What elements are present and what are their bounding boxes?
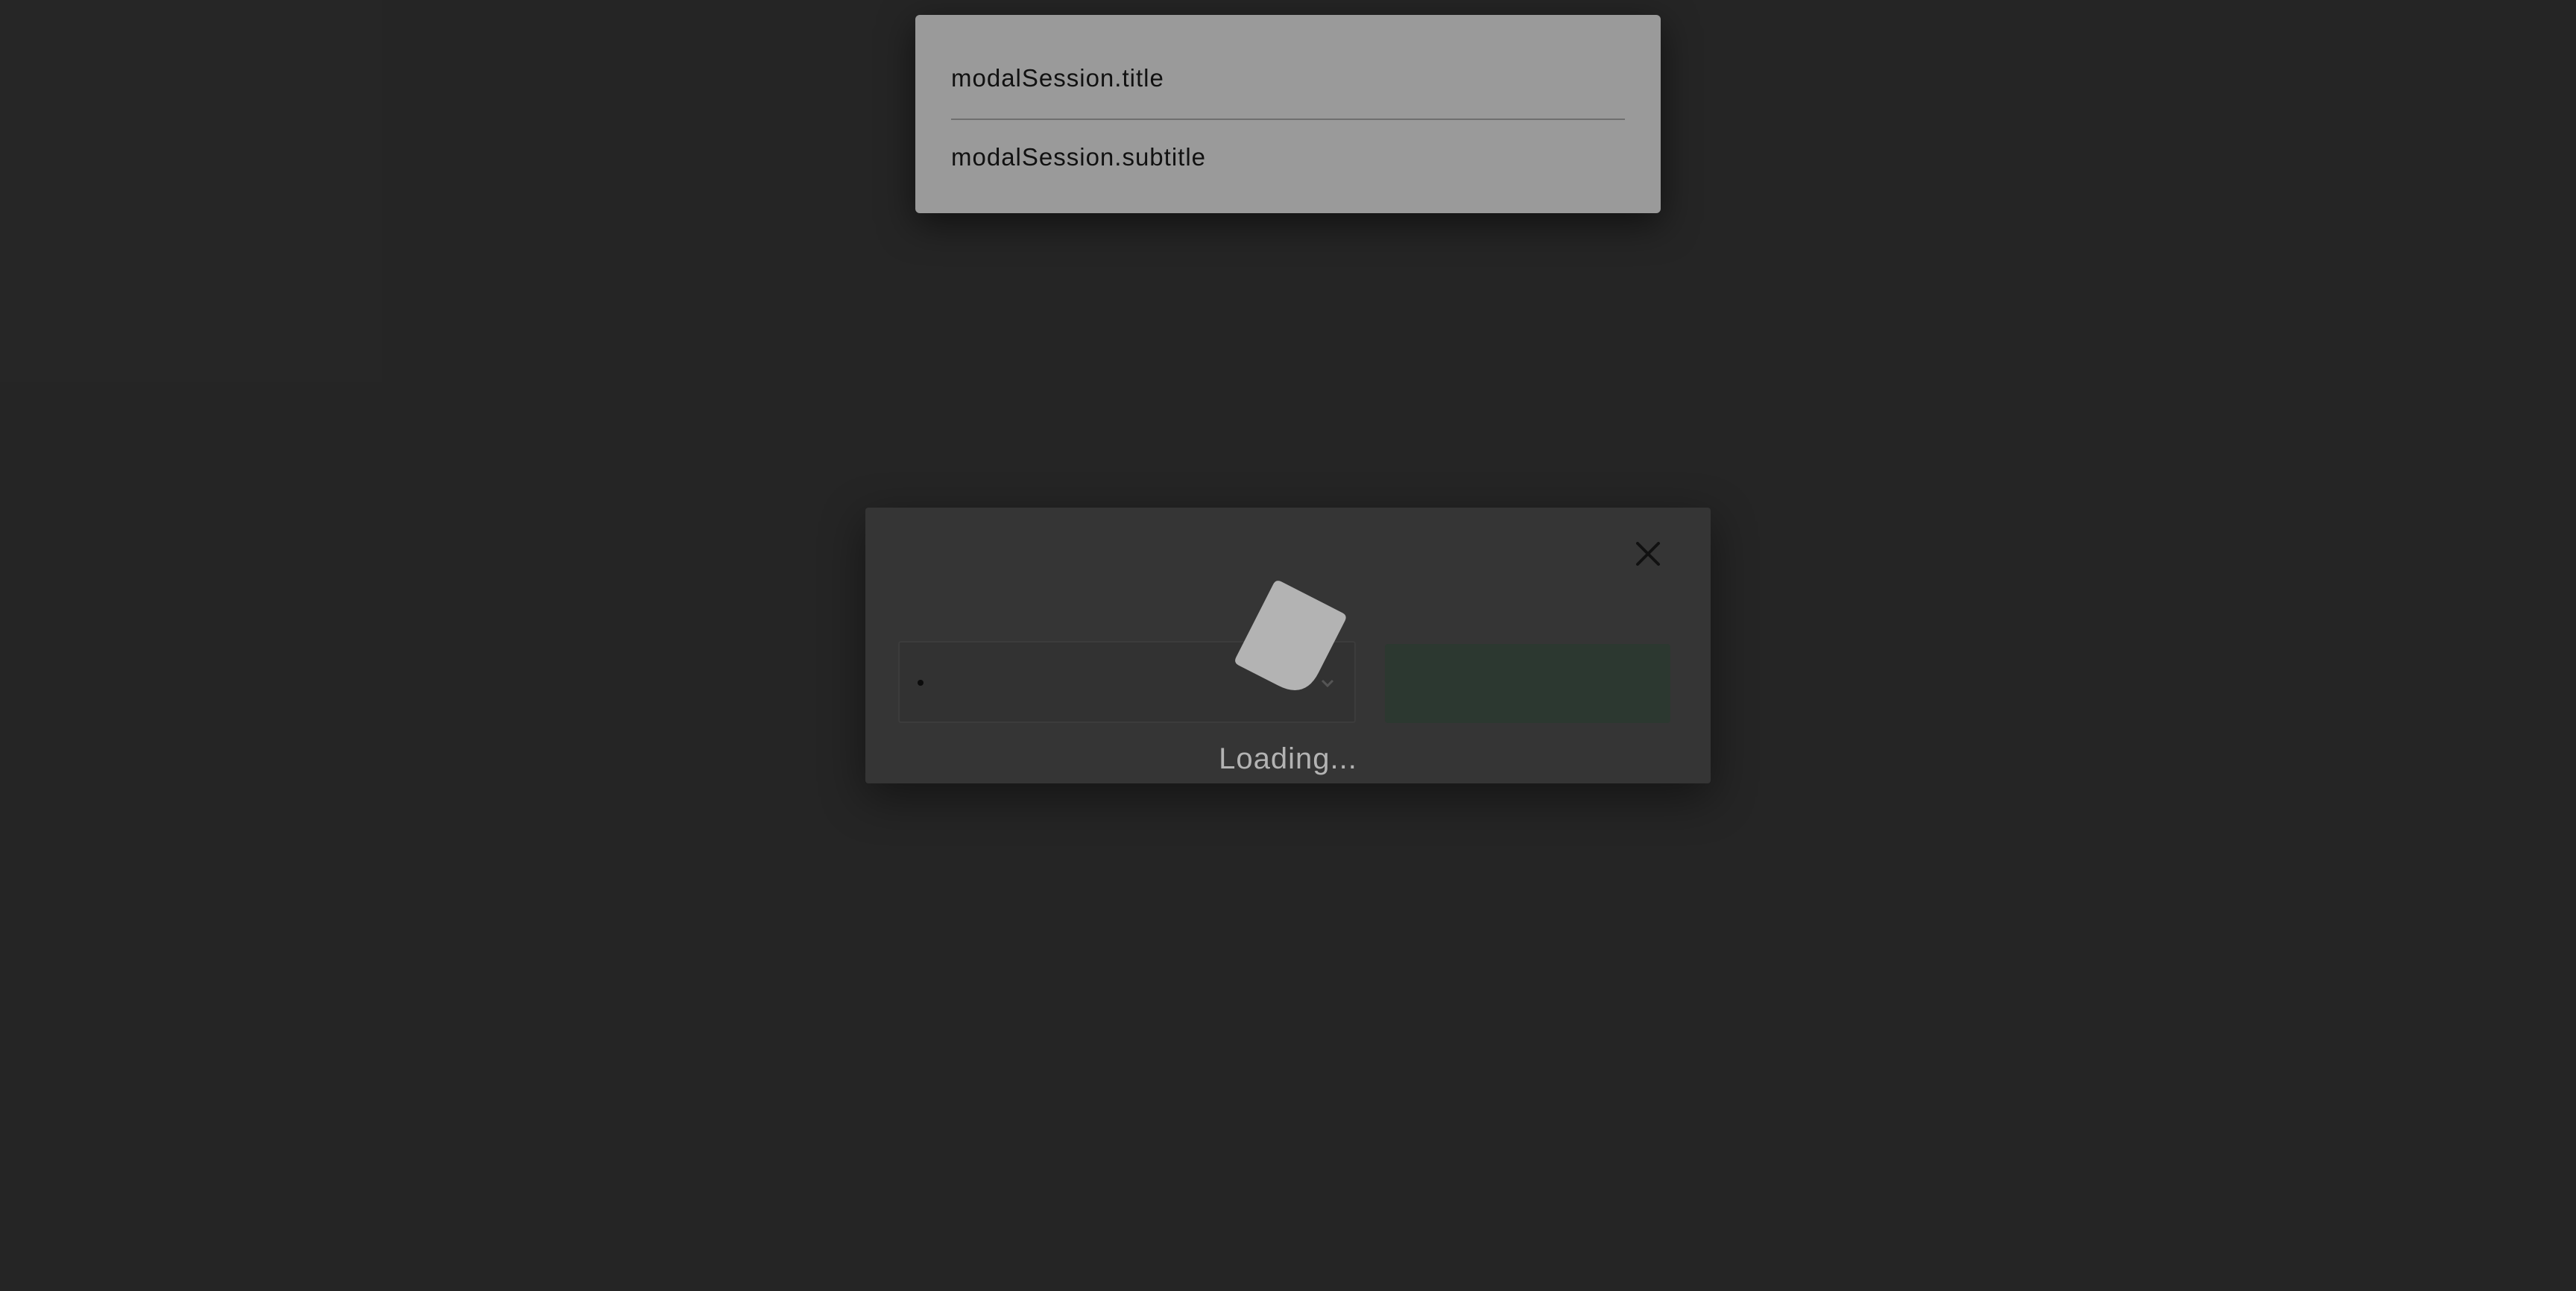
- close-button[interactable]: [1630, 536, 1666, 572]
- loading-spinner-icon: [1235, 581, 1346, 690]
- loading-spinner: [1222, 574, 1357, 708]
- app-page: modalSession.title modalSession.subtitle: [0, 0, 2576, 1291]
- submit-button[interactable]: [1385, 644, 1670, 723]
- close-icon[interactable]: [1630, 536, 1666, 572]
- select-value-dot: [918, 680, 924, 686]
- sidebar-panel: [0, 0, 382, 382]
- toast-title: modalSession.title: [951, 64, 1164, 92]
- toast-subtitle: modalSession.subtitle: [951, 143, 1207, 171]
- toast-divider: [951, 119, 1625, 120]
- loading-text: Loading...: [1219, 742, 1357, 775]
- session-toast: modalSession.title modalSession.subtitle: [915, 15, 1661, 213]
